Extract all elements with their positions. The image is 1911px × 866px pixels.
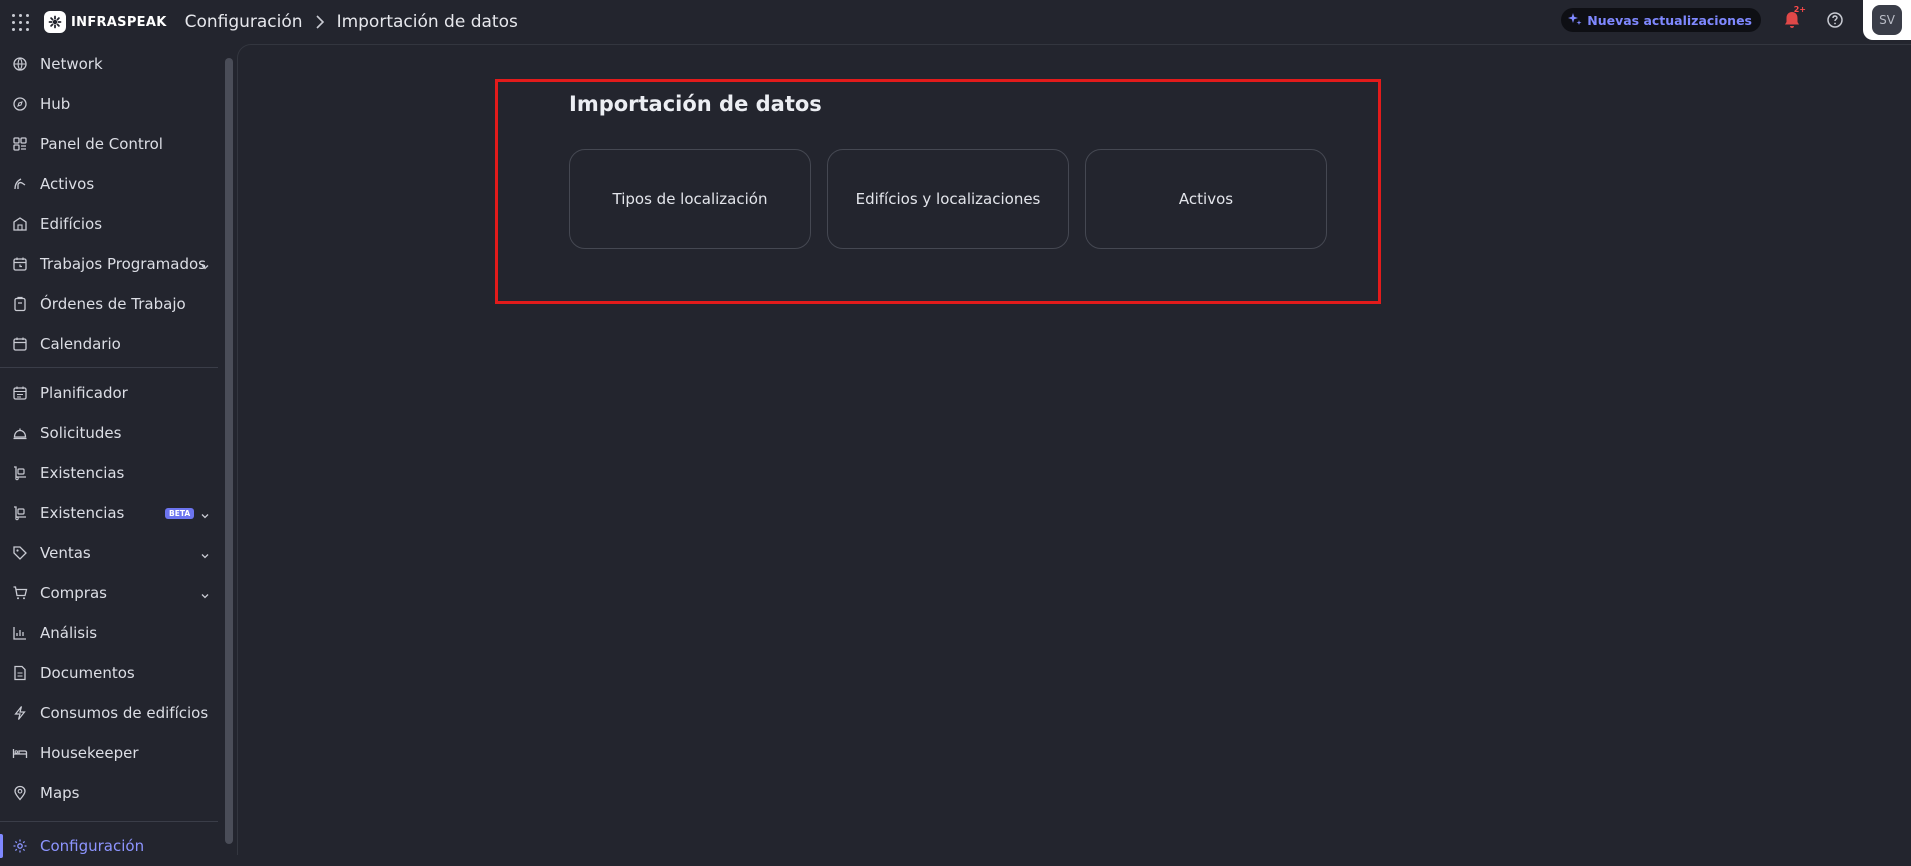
building-icon [12, 216, 28, 232]
chevron-down-icon[interactable] [199, 587, 211, 599]
apps-grid-icon[interactable] [10, 12, 30, 32]
chevron-down-icon[interactable] [199, 258, 211, 270]
sidebar-item-label: Planificador [40, 384, 128, 402]
compass-icon [12, 96, 28, 112]
active-indicator [0, 834, 3, 858]
sidebar-divider [0, 821, 218, 822]
sidebar-item-panel-de-control[interactable]: Panel de Control [0, 124, 218, 164]
sidebar-item-label: Órdenes de Trabajo [40, 295, 186, 313]
top-bar: INFRASPEAK Configuración Importación de … [0, 0, 1911, 44]
sidebar-item-configuracion[interactable]: Configuración [0, 826, 218, 866]
logo-text: INFRASPEAK [71, 14, 167, 30]
sidebar-item-housekeeper[interactable]: Housekeeper [0, 733, 218, 773]
sidebar-item-label: Documentos [40, 664, 135, 682]
sidebar-item-compras[interactable]: Compras [0, 573, 218, 613]
sidebar-item-label: Hub [40, 95, 71, 113]
import-card-activos[interactable]: Activos [1085, 149, 1327, 249]
sparkle-icon [1568, 11, 1582, 30]
new-updates-button[interactable]: Nuevas actualizaciones [1561, 8, 1761, 32]
sidebar-item-label: Housekeeper [40, 744, 139, 762]
sidebar-scrollbar[interactable] [225, 58, 233, 844]
map-pin-icon [12, 785, 28, 801]
cart-dolly-icon [12, 505, 28, 521]
sidebar-item-label: Consumos de edifícios [40, 704, 209, 722]
document-icon [12, 665, 28, 681]
bar-chart-icon [12, 625, 28, 641]
shopping-cart-icon [12, 585, 28, 601]
sidebar-item-existencias[interactable]: Existencias [0, 453, 218, 493]
sidebar-item-network[interactable]: Network [0, 44, 218, 84]
top-right-actions: Nuevas actualizaciones 2+ SV [1561, 0, 1911, 40]
new-updates-label: Nuevas actualizaciones [1587, 12, 1752, 28]
breadcrumb-configuracion[interactable]: Configuración [185, 12, 303, 32]
notification-count-badge: 2+ [1793, 5, 1806, 14]
infraspeak-logo-icon [44, 11, 66, 33]
app-logo[interactable]: INFRASPEAK [44, 11, 167, 33]
sidebar-item-label: Compras [40, 584, 107, 602]
sidebar-item-label: Análisis [40, 624, 98, 642]
tag-icon [12, 545, 28, 561]
page-title: Importación de datos [569, 92, 822, 116]
sidebar-item-maps[interactable]: Maps [0, 773, 218, 813]
sidebar-item-label: Trabajos Programados [40, 255, 206, 273]
sidebar-item-label: Edifícios [40, 215, 103, 233]
sidebar-item-hub[interactable]: Hub [0, 84, 218, 124]
help-icon[interactable] [1825, 10, 1845, 30]
globe-icon [12, 56, 28, 72]
sidebar-item-label: Solicitudes [40, 424, 122, 442]
chevron-down-icon[interactable] [199, 507, 211, 519]
import-card-tipos-de-localizacion[interactable]: Tipos de localización [569, 149, 811, 249]
sidebar-item-label: Maps [40, 784, 80, 802]
beta-badge: BETA [165, 508, 195, 519]
sidebar-item-documentos[interactable]: Documentos [0, 653, 218, 693]
sidebar-item-analisis[interactable]: Análisis [0, 613, 218, 653]
calendar-icon [12, 336, 28, 352]
sidebar-item-activos[interactable]: Activos [0, 164, 218, 204]
sidebar-item-solicitudes[interactable]: Solicitudes [0, 413, 218, 453]
sidebar-item-calendario[interactable]: Calendario [0, 324, 218, 364]
breadcrumb: Configuración Importación de datos [185, 12, 518, 32]
sidebar-item-ordenes-de-trabajo[interactable]: Órdenes de Trabajo [0, 284, 218, 324]
avatar-container: SV [1863, 0, 1911, 40]
sidebar-item-label: Panel de Control [40, 135, 163, 153]
calendar-clock-icon [12, 256, 28, 272]
sidebar-divider [0, 367, 218, 368]
sidebar-item-label: Configuración [40, 837, 145, 855]
lightning-icon [12, 705, 28, 721]
gear-icon [12, 838, 28, 854]
cart-dolly-icon [12, 465, 28, 481]
sidebar-item-trabajos-programados[interactable]: Trabajos Programados [0, 244, 218, 284]
sidebar-item-label: Network [40, 55, 103, 73]
sidebar-item-label: Calendario [40, 335, 121, 353]
notifications-bell-icon[interactable]: 2+ [1781, 5, 1806, 31]
sidebar-item-label: Ventas [40, 544, 91, 562]
sidebar-item-planificador[interactable]: Planificador [0, 373, 218, 413]
sidebar: Network Hub Panel de Control Activos Edi… [0, 44, 233, 858]
chevron-right-icon [315, 15, 325, 29]
sidebar-item-ventas[interactable]: Ventas [0, 533, 218, 573]
planner-icon [12, 385, 28, 401]
breadcrumb-current: Importación de datos [336, 12, 518, 32]
sidebar-item-edificios[interactable]: Edifícios [0, 204, 218, 244]
user-avatar[interactable]: SV [1872, 5, 1902, 35]
sidebar-item-label: Existencias [40, 464, 125, 482]
sidebar-item-consumos-de-edificios[interactable]: Consumos de edifícios [0, 693, 218, 733]
clipboard-icon [12, 296, 28, 312]
bell-service-icon [12, 425, 28, 441]
asset-icon [12, 176, 28, 192]
chevron-down-icon[interactable] [199, 547, 211, 559]
sidebar-item-label: Activos [40, 175, 95, 193]
bed-icon [12, 745, 28, 761]
import-card-edificios-y-localizaciones[interactable]: Edifícios y localizaciones [827, 149, 1069, 249]
dashboard-icon [12, 136, 28, 152]
sidebar-item-existencias-beta[interactable]: Existencias BETA [0, 493, 218, 533]
sidebar-item-label: Existencias [40, 504, 125, 522]
